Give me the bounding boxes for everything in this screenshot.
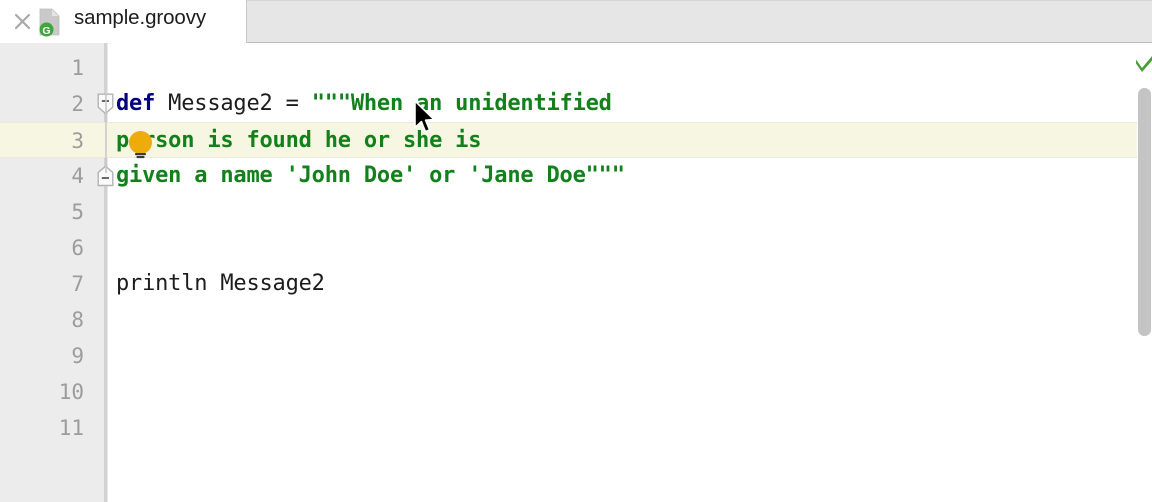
editor-line-7[interactable]: 7 println Message2 bbox=[0, 266, 1137, 302]
line-number: 2 bbox=[71, 92, 84, 116]
tab-title: sample.groovy bbox=[74, 6, 207, 29]
editor-line-6[interactable]: 6 bbox=[0, 230, 1137, 266]
editor-line-11[interactable]: 11 bbox=[0, 410, 1137, 446]
line-content: given a name 'John Doe' or 'Jane Doe""" bbox=[116, 158, 625, 194]
line-number: 11 bbox=[58, 416, 84, 440]
editor-lines: 1 2 def Message2 = """When an unidentifi… bbox=[0, 43, 1152, 502]
editor-line-8[interactable]: 8 bbox=[0, 302, 1137, 338]
line-number: 10 bbox=[58, 380, 84, 404]
code-editor[interactable]: 1 2 def Message2 = """When an unidentifi… bbox=[0, 43, 1152, 502]
editor-line-4[interactable]: 4 given a name 'John Doe' or 'Jane Doe""… bbox=[0, 158, 1137, 194]
close-icon[interactable] bbox=[14, 13, 31, 30]
editor-tab-sample-groovy[interactable]: G sample.groovy bbox=[0, 0, 247, 43]
line-number: 6 bbox=[71, 236, 84, 260]
line-content: def Message2 = """When an unidentified bbox=[116, 86, 612, 122]
token-plain: Message2 = bbox=[155, 91, 312, 116]
token-plain: println Message2 bbox=[116, 271, 325, 296]
lightbulb-icon[interactable] bbox=[126, 130, 155, 160]
token-string: person is found he or she is bbox=[116, 128, 482, 153]
line-content: person is found he or she is bbox=[116, 123, 481, 159]
groovy-file-icon: G bbox=[36, 7, 64, 37]
editor-line-5[interactable]: 5 bbox=[0, 194, 1137, 230]
line-number: 8 bbox=[71, 308, 84, 332]
editor-line-9[interactable]: 9 bbox=[0, 338, 1137, 374]
svg-text:G: G bbox=[42, 25, 50, 37]
line-number: 3 bbox=[71, 129, 84, 153]
editor-line-10[interactable]: 10 bbox=[0, 374, 1137, 410]
fold-region-connector bbox=[105, 93, 107, 173]
editor-line-2[interactable]: 2 def Message2 = """When an unidentified bbox=[0, 86, 1137, 122]
line-content: println Message2 bbox=[116, 266, 325, 302]
editor-tab-bar: G sample.groovy bbox=[0, 0, 1152, 43]
token-string: given a name 'John Doe' or 'Jane Doe""" bbox=[116, 163, 625, 188]
token-keyword: def bbox=[116, 91, 156, 116]
line-number: 9 bbox=[71, 344, 84, 368]
editor-line-1[interactable]: 1 bbox=[0, 50, 1137, 86]
line-number: 5 bbox=[71, 200, 84, 224]
editor-window: G sample.groovy 1 2 def Message2 = """Wh… bbox=[0, 0, 1152, 502]
line-number: 4 bbox=[71, 164, 84, 188]
line-number: 1 bbox=[71, 56, 84, 80]
token-string: """When an unidentified bbox=[311, 91, 612, 116]
line-number: 7 bbox=[71, 272, 84, 296]
vertical-scrollbar-thumb[interactable] bbox=[1138, 88, 1151, 336]
tab-bar-empty-area bbox=[247, 0, 1152, 42]
editor-line-3-current[interactable]: 3 person is found he or she is bbox=[0, 122, 1137, 158]
checkmark-ok-icon[interactable] bbox=[1133, 52, 1152, 74]
